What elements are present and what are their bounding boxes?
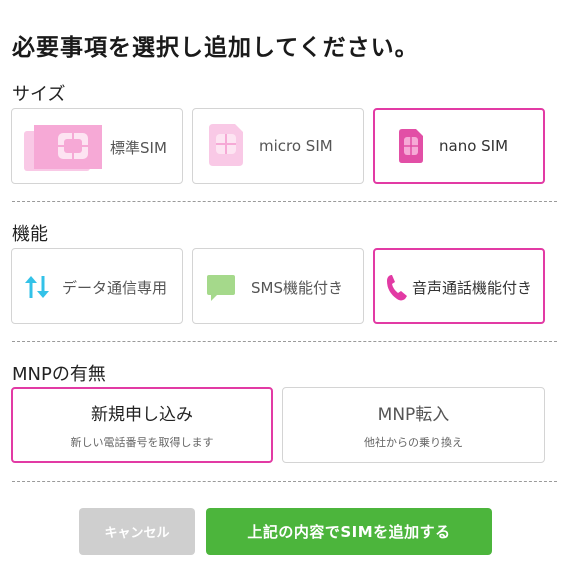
- divider: [12, 341, 557, 342]
- add-sim-button[interactable]: 上記の内容でSIMを追加する: [206, 508, 492, 555]
- size-option-label: 標準SIM: [110, 139, 167, 157]
- function-section-label: 機能: [12, 224, 48, 245]
- divider: [12, 481, 557, 482]
- mnp-option-description: 新しい電話番号を取得します: [70, 436, 214, 449]
- divider: [12, 201, 557, 202]
- size-option-micro-sim[interactable]: micro SIM: [192, 108, 364, 184]
- mnp-option-description: 他社からの乗り換え: [364, 436, 463, 449]
- size-option-nano-sim[interactable]: nano SIM: [373, 108, 545, 184]
- function-option-label: データ通信専用: [62, 279, 168, 297]
- micro-sim-icon: [209, 124, 245, 166]
- mnp-option-title: 新規申し込み: [91, 405, 193, 425]
- size-option-label: micro SIM: [259, 137, 333, 155]
- page-title: 必要事項を選択し追加してください。: [12, 35, 419, 61]
- data-transfer-arrows-icon: [24, 274, 50, 300]
- cancel-button[interactable]: キャンセル: [79, 508, 195, 555]
- function-option-label: 音声通話機能付き: [412, 279, 533, 297]
- phone-icon: [385, 274, 409, 302]
- function-option-voice[interactable]: 音声通話機能付き: [373, 248, 545, 324]
- mnp-option-title: MNP転入: [377, 405, 450, 425]
- size-section-label: サイズ: [12, 84, 66, 105]
- function-option-sms[interactable]: SMS機能付き: [192, 248, 364, 324]
- mnp-section-label: MNPの有無: [12, 364, 106, 385]
- size-option-standard-sim[interactable]: 標準SIM: [11, 108, 183, 184]
- size-option-label: nano SIM: [439, 137, 509, 155]
- mnp-option-port-in[interactable]: MNP転入 他社からの乗り換え: [282, 387, 545, 463]
- function-option-label: SMS機能付き: [251, 279, 343, 297]
- mnp-option-new-contract[interactable]: 新規申し込み 新しい電話番号を取得します: [11, 387, 273, 463]
- standard-sim-icon: [24, 123, 104, 171]
- nano-sim-icon: [399, 129, 423, 163]
- sms-bubble-icon: [207, 275, 235, 301]
- function-option-data-only[interactable]: データ通信専用: [11, 248, 183, 324]
